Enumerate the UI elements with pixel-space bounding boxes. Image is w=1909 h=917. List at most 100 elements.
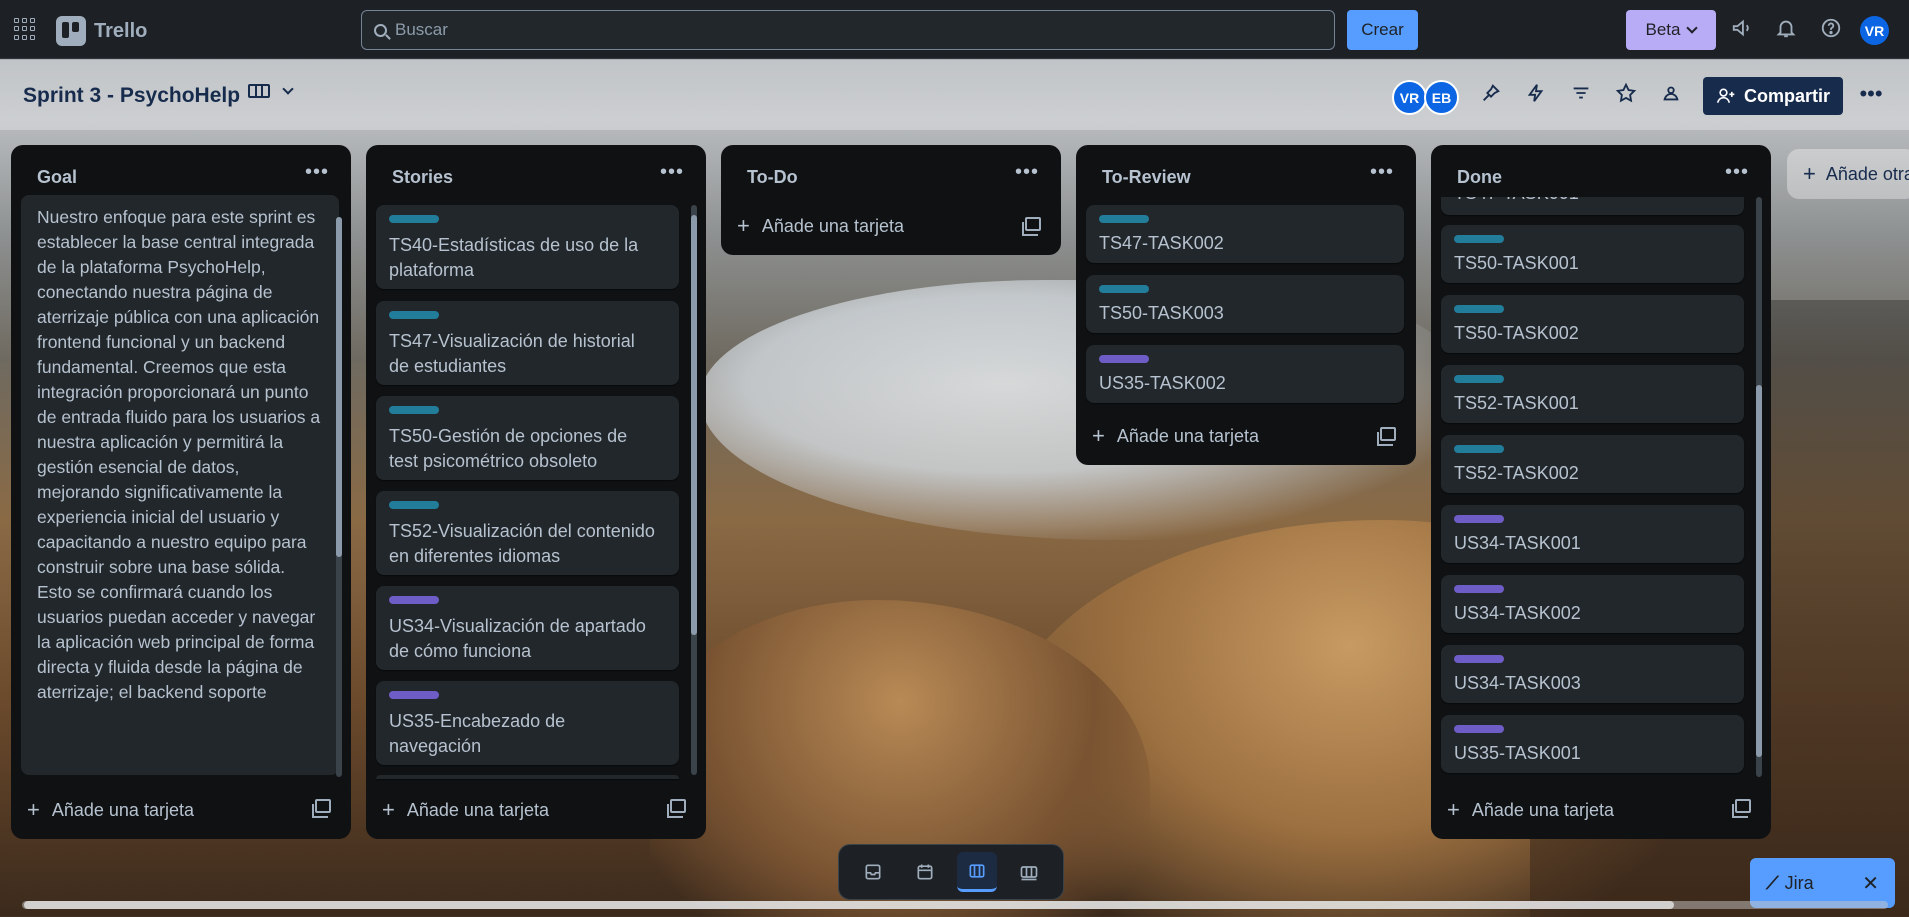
jira-link[interactable]: ⟋ Jira — [1766, 873, 1814, 894]
card-label-teal[interactable] — [1099, 215, 1149, 223]
card-title: TS47-TASK001 — [1454, 197, 1579, 206]
card-label-purple[interactable] — [389, 596, 439, 604]
card-label-purple[interactable] — [1454, 655, 1504, 663]
card-template-icon[interactable] — [667, 799, 686, 818]
beta-button[interactable]: Beta — [1626, 10, 1716, 50]
member-avatar[interactable]: EB — [1424, 80, 1459, 115]
add-card-button[interactable]: + Añade una tarjeta — [737, 213, 904, 239]
view-switcher-bar — [838, 844, 1064, 900]
switch-boards-icon[interactable] — [1009, 852, 1049, 892]
card[interactable]: TS50-TASK001 — [1441, 225, 1744, 283]
card-label-teal[interactable] — [1454, 375, 1504, 383]
board-title[interactable]: Sprint 3 - PsychoHelp — [23, 84, 240, 108]
card[interactable]: TS50-TASK003 — [1086, 275, 1404, 333]
filter-icon[interactable] — [1566, 82, 1596, 112]
help-icon[interactable] — [1818, 17, 1844, 43]
share-label: Compartir — [1743, 85, 1830, 106]
card[interactable]: TS40-Estadísticas de uso de la plataform… — [376, 205, 679, 289]
add-card-button[interactable]: + Añade una tarjeta — [1092, 423, 1259, 449]
calendar-icon[interactable] — [905, 852, 945, 892]
card-template-icon[interactable] — [1732, 799, 1751, 818]
card[interactable]: US34-TASK003 — [1441, 645, 1744, 703]
user-avatar[interactable]: VR — [1860, 16, 1889, 45]
list-title[interactable]: To-Do — [747, 167, 798, 188]
card-partial[interactable] — [376, 775, 679, 779]
more-options-icon[interactable]: ••• — [1856, 82, 1886, 112]
search-input[interactable] — [395, 20, 1295, 40]
card[interactable]: TS50-Gestión de opciones de test psicomé… — [376, 396, 679, 480]
card-partial[interactable]: TS47-TASK001 — [1441, 197, 1744, 215]
add-card-button[interactable]: + Añade una tarjeta — [382, 797, 549, 823]
card-label-purple[interactable] — [1099, 355, 1149, 363]
card-label-purple[interactable] — [1454, 585, 1504, 593]
card-label-purple[interactable] — [389, 691, 439, 699]
close-icon[interactable]: ✕ — [1862, 871, 1879, 896]
list-title[interactable]: Stories — [392, 167, 453, 188]
app-switcher-icon[interactable] — [14, 18, 36, 40]
card[interactable]: TS50-TASK002 — [1441, 295, 1744, 353]
member-avatar[interactable]: VR — [1392, 80, 1427, 115]
card[interactable]: US34-TASK001 — [1441, 505, 1744, 563]
card-template-icon[interactable] — [1377, 427, 1396, 446]
list-title[interactable]: Goal — [37, 167, 77, 188]
card-label-teal[interactable] — [1099, 285, 1149, 293]
add-card-button[interactable]: + Añade una tarjeta — [1447, 797, 1614, 823]
share-button[interactable]: Compartir — [1703, 77, 1843, 115]
chevron-down-icon — [1686, 21, 1699, 34]
list-title[interactable]: To-Review — [1102, 167, 1191, 188]
visibility-icon[interactable] — [1656, 82, 1686, 112]
card-title: TS47-Visualización de historial de estud… — [389, 331, 635, 376]
trello-logo[interactable]: Trello — [56, 16, 147, 46]
card[interactable]: US35-TASK002 — [1086, 345, 1404, 403]
card-label-purple[interactable] — [1454, 725, 1504, 733]
add-list-label: Añade otra lista — [1825, 163, 1909, 184]
automation-icon[interactable] — [1521, 82, 1551, 112]
list-title[interactable]: Done — [1457, 167, 1502, 188]
add-list-button[interactable]: + Añade otra lista — [1787, 149, 1909, 199]
card-label-teal[interactable] — [1454, 445, 1504, 453]
card[interactable]: TS47-TASK002 — [1086, 205, 1404, 263]
card-label-teal[interactable] — [389, 215, 439, 223]
megaphone-icon[interactable] — [1729, 17, 1755, 43]
card-label-teal[interactable] — [1454, 235, 1504, 243]
scrollbar-thumb[interactable] — [691, 215, 697, 635]
list-menu-icon[interactable]: ••• — [660, 161, 684, 184]
create-button[interactable]: Crear — [1347, 10, 1418, 50]
card[interactable]: TS52-Visualización del contenido en dife… — [376, 491, 679, 575]
add-card-label: Añade una tarjeta — [406, 799, 549, 820]
card[interactable]: US34-Visualización de apartado de cómo f… — [376, 586, 679, 670]
search-box[interactable] — [361, 10, 1335, 50]
board-view-icon — [248, 84, 270, 98]
list-menu-icon[interactable]: ••• — [1725, 161, 1749, 184]
board-view-switcher[interactable] — [248, 82, 294, 98]
board-view-icon[interactable] — [957, 852, 997, 892]
card[interactable]: TS52-TASK001 — [1441, 365, 1744, 423]
list-menu-icon[interactable]: ••• — [1370, 161, 1394, 184]
card-label-purple[interactable] — [1454, 515, 1504, 523]
power-up-icon[interactable] — [1476, 82, 1506, 112]
card-label-teal[interactable] — [389, 406, 439, 414]
card-label-teal[interactable] — [389, 501, 439, 509]
card[interactable]: TS52-TASK002 — [1441, 435, 1744, 493]
scrollbar-thumb[interactable] — [1756, 385, 1762, 757]
card-title: TS50-TASK002 — [1454, 323, 1579, 343]
card-label-teal[interactable] — [1454, 305, 1504, 313]
scrollbar-thumb[interactable] — [336, 217, 342, 557]
card[interactable]: US35-TASK001 — [1441, 715, 1744, 773]
horizontal-scrollbar-thumb[interactable] — [24, 901, 1674, 909]
goal-card[interactable]: Nuestro enfoque para este sprint es esta… — [21, 195, 339, 775]
card[interactable]: US34-TASK002 — [1441, 575, 1744, 633]
inbox-icon[interactable] — [853, 852, 893, 892]
card-template-icon[interactable] — [312, 799, 331, 818]
list-to-review: To-Review ••• TS47-TASK002 TS50-TASK003 … — [1076, 145, 1416, 465]
add-card-button[interactable]: + Añade una tarjeta — [27, 797, 194, 823]
card-template-icon[interactable] — [1022, 217, 1041, 236]
card[interactable]: US35-Encabezado de navegación — [376, 681, 679, 765]
list-menu-icon[interactable]: ••• — [305, 161, 329, 184]
card-label-teal[interactable] — [389, 311, 439, 319]
bell-icon[interactable] — [1773, 17, 1799, 43]
card-title: TS50-Gestión de opciones de test psicomé… — [389, 426, 628, 471]
card[interactable]: TS47-Visualización de historial de estud… — [376, 301, 679, 385]
list-menu-icon[interactable]: ••• — [1015, 161, 1039, 184]
star-icon[interactable] — [1611, 82, 1641, 112]
